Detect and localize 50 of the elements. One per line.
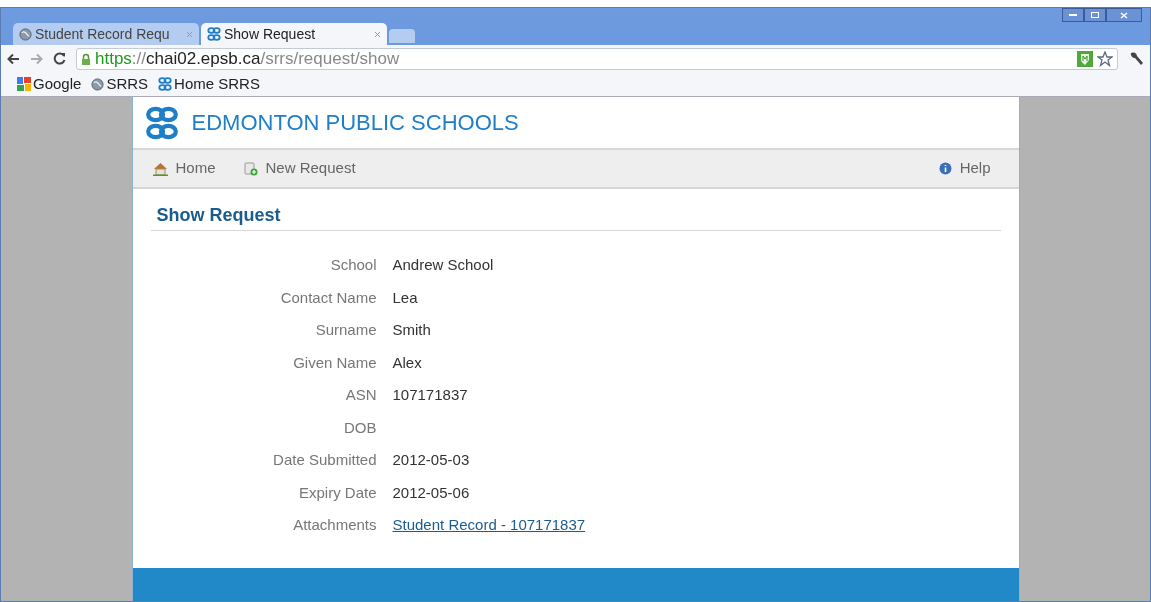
field-label: Given Name xyxy=(292,352,377,373)
field-value: Lea xyxy=(392,287,418,308)
reload-icon[interactable] xyxy=(53,52,66,65)
field-value: 2012-05-03 xyxy=(392,450,470,470)
bookmark-link[interactable]: Google xyxy=(17,72,82,96)
help-link[interactable]: Help xyxy=(938,157,991,180)
browser-tab[interactable]: Show Request xyxy=(201,23,387,45)
field-value: Alex xyxy=(392,352,422,373)
site-title: EDMONTON PUBLIC SCHOOLS xyxy=(191,109,519,137)
house-icon xyxy=(152,161,168,176)
logo-icon xyxy=(207,27,221,41)
wrench-icon[interactable] xyxy=(1128,50,1144,67)
padlock-icon xyxy=(81,52,91,65)
bookmark-link[interactable]: Home SRRS xyxy=(158,72,260,96)
field-label: ASN xyxy=(344,385,377,405)
field-label: DOB xyxy=(343,417,377,438)
field-label: School xyxy=(329,255,377,275)
nav-link[interactable]: New Request xyxy=(243,157,356,180)
back-arrow-icon[interactable] xyxy=(7,52,20,65)
url-text: https://chai02.epsb.ca/srrs/request/show xyxy=(95,47,401,70)
shield-extension-icon[interactable] xyxy=(1077,50,1093,67)
star-icon[interactable] xyxy=(1097,50,1113,67)
close-icon[interactable] xyxy=(374,30,381,38)
browser-tab[interactable]: Student Record Requ xyxy=(13,23,199,45)
close-icon xyxy=(1120,11,1128,19)
maximize-button[interactable] xyxy=(1084,8,1106,22)
minimize-button[interactable] xyxy=(1062,8,1084,22)
tab-title: Student Record Requ xyxy=(35,24,171,44)
field-value: 2012-05-06 xyxy=(392,482,470,503)
attachment-link[interactable]: Student Record - 107171837 xyxy=(392,515,586,536)
bookmark-link[interactable]: SRRS xyxy=(91,72,149,96)
tab-title: Show Request xyxy=(224,24,317,44)
globe-icon xyxy=(19,27,32,41)
info-icon xyxy=(938,162,952,175)
field-label: Date Submitted xyxy=(272,450,377,470)
logo-icon xyxy=(158,77,173,91)
field-value: 107171837 xyxy=(392,385,468,405)
field-label: Expiry Date xyxy=(297,482,377,503)
field-value: Andrew School xyxy=(392,255,494,275)
field-value: Smith xyxy=(392,320,431,340)
address-bar[interactable]: https://chai02.epsb.ca/srrs/request/show xyxy=(76,47,1118,70)
nav-link[interactable]: Home xyxy=(152,157,216,180)
field-label: Attachments xyxy=(292,515,377,535)
google-icon xyxy=(17,77,31,91)
field-label: Surname xyxy=(314,320,377,340)
new-document-icon xyxy=(243,161,258,176)
page-heading: Show Request xyxy=(155,204,282,227)
globe-icon xyxy=(91,77,105,91)
field-label: Contact Name xyxy=(279,287,377,308)
close-button[interactable] xyxy=(1106,8,1142,22)
